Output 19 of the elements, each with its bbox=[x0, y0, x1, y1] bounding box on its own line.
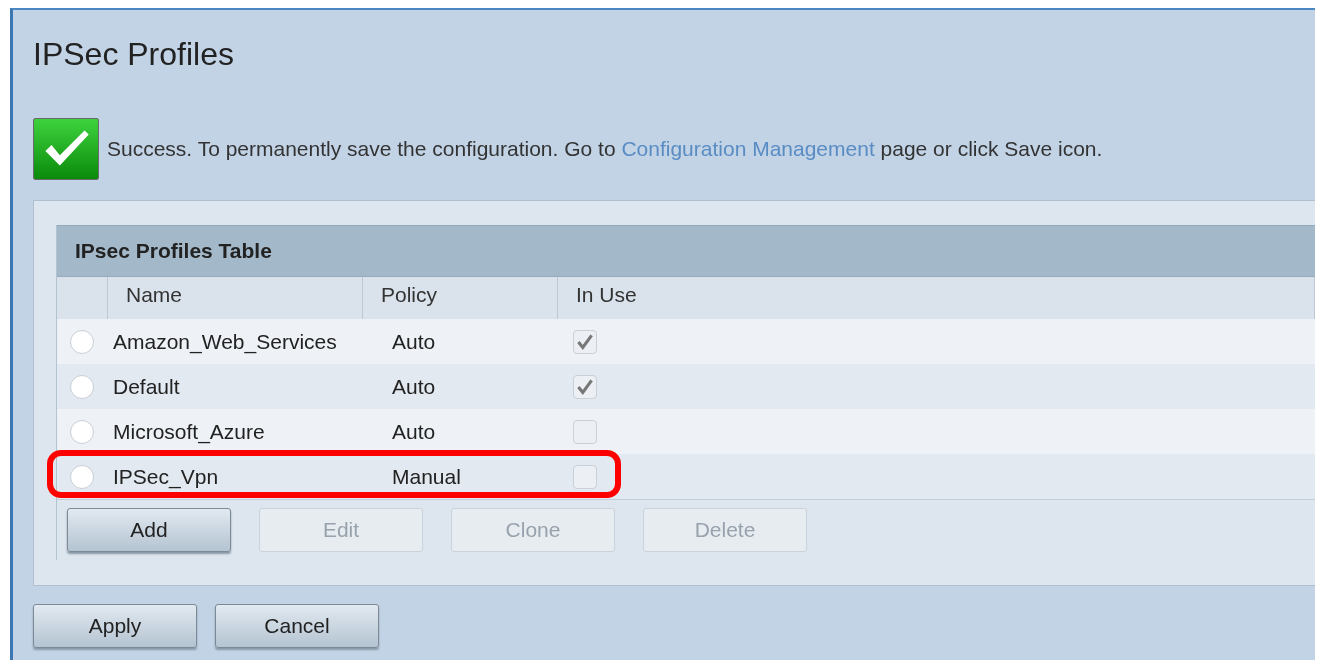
table-title: IPsec Profiles Table bbox=[57, 225, 1315, 277]
form-button[interactable]: Cancel bbox=[215, 604, 379, 648]
radio-button[interactable] bbox=[70, 329, 94, 354]
table-cell-text: Auto bbox=[391, 374, 437, 399]
table-action-button[interactable]: Add bbox=[67, 508, 231, 552]
page-title: IPSec Profiles bbox=[33, 35, 235, 72]
radio-button[interactable] bbox=[70, 464, 94, 489]
table-cell-text: IPSec_Vpn bbox=[112, 464, 220, 489]
table-cell-text: Manual bbox=[391, 464, 462, 489]
success-message: Success. To permanently save the configuration. Go to Configuration Management page or click Save icon. bbox=[107, 137, 1103, 161]
radio-button[interactable] bbox=[70, 419, 94, 444]
form-button[interactable]: Apply bbox=[33, 604, 197, 648]
table-cell-text: Default bbox=[112, 374, 181, 399]
table-cell-text: Microsoft_Azure bbox=[112, 419, 266, 444]
radio-button[interactable] bbox=[70, 374, 94, 399]
table-cell-text: Amazon_Web_Services bbox=[112, 329, 338, 354]
table-cell-text: Auto bbox=[391, 329, 437, 354]
table-cell-text: Auto bbox=[391, 419, 437, 444]
configuration-link[interactable]: Configuration Management bbox=[621, 137, 875, 160]
